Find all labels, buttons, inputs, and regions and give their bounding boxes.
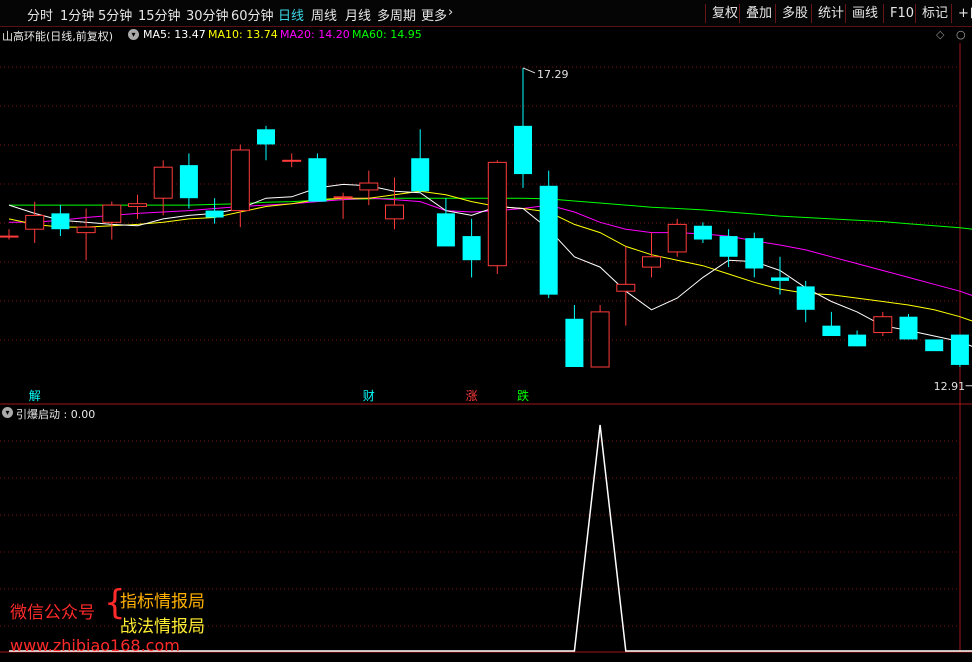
- candle-body-27: [693, 225, 712, 240]
- candle-19: [487, 160, 507, 274]
- event-markers: 解财涨跌: [29, 388, 529, 403]
- candle-body-5: [128, 203, 147, 207]
- candle-body-0: [0, 235, 19, 238]
- candle-35: [899, 313, 918, 340]
- candle-7: [179, 153, 198, 209]
- candle-body-3: [76, 226, 96, 234]
- candle-20: [514, 67, 532, 188]
- candle-36: [925, 339, 944, 352]
- candle-body-14: [359, 182, 379, 191]
- candle-body-20: [514, 125, 532, 175]
- candle-37: [950, 334, 969, 367]
- candle-33: [848, 330, 867, 347]
- event-marker-0: 解: [29, 389, 41, 403]
- candle-body-9: [230, 149, 250, 212]
- candle-body-7: [179, 165, 198, 199]
- candle-body-32: [822, 325, 841, 336]
- candle-body-1: [25, 214, 45, 230]
- candle-body-34: [873, 316, 893, 334]
- candle-body-23: [590, 311, 610, 368]
- candle-17: [436, 198, 455, 247]
- candle-12: [308, 153, 327, 202]
- low-arrow: [965, 385, 972, 387]
- indicator-info-bar: ▾ 引爆启动 : 0.00: [0, 405, 400, 421]
- candle-body-19: [487, 161, 507, 267]
- candle-1: [25, 201, 45, 243]
- candle-8: [205, 198, 224, 224]
- candle-18: [462, 218, 481, 278]
- candle-body-11: [282, 159, 302, 162]
- candle-body-25: [642, 256, 661, 268]
- candle-body-16: [411, 158, 430, 192]
- candle-6: [153, 160, 173, 216]
- candle-body-17: [436, 213, 455, 247]
- candle-body-12: [308, 158, 327, 202]
- candle-body-31: [796, 286, 815, 310]
- watermark-wechat: 微信公众号: [10, 603, 95, 623]
- candle-body-8: [205, 210, 224, 218]
- grid-lines: [0, 43, 972, 653]
- watermark-url: www.zhibiao168.com: [10, 636, 180, 655]
- candle-body-18: [462, 236, 481, 261]
- candle-5: [128, 194, 147, 219]
- high-arrow: [522, 67, 536, 74]
- candle-4: [102, 201, 122, 240]
- price-annotations: 17.29 12.91: [522, 67, 972, 393]
- candle-27: [693, 222, 712, 243]
- candle-13: [333, 192, 353, 219]
- candle-2: [51, 205, 70, 237]
- candle-body-15: [385, 204, 404, 220]
- candle-body-2: [51, 213, 70, 230]
- low-price-label: 12.91: [934, 380, 966, 393]
- candle-34: [873, 311, 893, 336]
- candle-26: [667, 218, 687, 257]
- candle-body-13: [333, 196, 353, 199]
- candle-31: [796, 280, 815, 323]
- candle-24: [616, 246, 636, 326]
- candle-25: [642, 232, 661, 278]
- candle-21: [539, 170, 558, 299]
- candle-body-21: [539, 185, 558, 295]
- candle-15: [385, 177, 404, 230]
- candle-29: [745, 232, 764, 278]
- high-price-label: 17.29: [537, 68, 569, 81]
- candle-body-10: [257, 129, 275, 145]
- candle-3: [76, 208, 96, 261]
- watermark-name-1: 指标情报局: [120, 592, 205, 612]
- candle-30: [771, 256, 789, 295]
- event-marker-2: 涨: [466, 388, 478, 403]
- watermark-name-2: 战法情报局: [120, 617, 205, 637]
- candle-28: [719, 229, 738, 268]
- candle-16: [411, 129, 430, 193]
- candle-9: [230, 144, 250, 228]
- candle-body-35: [899, 316, 918, 340]
- candle-body-36: [925, 339, 944, 352]
- candle-23: [590, 304, 610, 368]
- candle-body-26: [667, 223, 687, 253]
- event-marker-3: 跌: [517, 388, 529, 403]
- candle-body-33: [848, 334, 867, 347]
- candle-32: [822, 311, 841, 336]
- candle-0: [0, 229, 19, 240]
- chart-canvas[interactable]: 17.29 12.91 解 财 涨 跌: [0, 0, 972, 662]
- candle-body-6: [153, 166, 173, 199]
- indicator-readout: 引爆启动 : 0.00: [16, 408, 96, 421]
- candle-14: [359, 170, 379, 206]
- candle-body-4: [102, 204, 122, 223]
- candle-body-30: [771, 277, 789, 281]
- candle-11: [282, 153, 302, 168]
- candle-body-22: [565, 318, 584, 367]
- candle-body-29: [745, 238, 764, 269]
- candle-10: [257, 125, 275, 161]
- candle-body-24: [616, 283, 636, 292]
- candle-body-37: [950, 334, 969, 365]
- candle-22: [565, 304, 584, 367]
- candle-body-28: [719, 236, 738, 257]
- event-marker-1: 财: [363, 389, 375, 403]
